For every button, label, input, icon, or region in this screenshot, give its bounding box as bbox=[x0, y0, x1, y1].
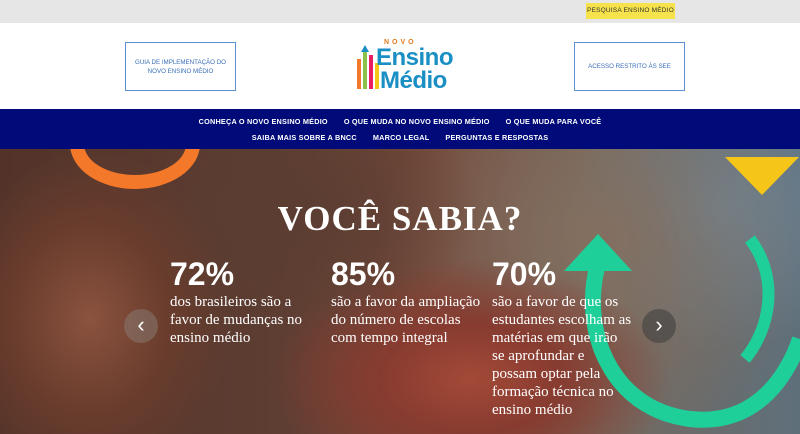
novo-ensino-medio-logo[interactable]: NOVO Ensino Médio bbox=[354, 39, 454, 99]
stat-value: 85% bbox=[331, 256, 396, 292]
stat-text: são a favor da ampliação do número de es… bbox=[331, 294, 481, 346]
nav-row-1: CONHEÇA O NOVO ENSINO MÉDIO O QUE MUDA N… bbox=[0, 117, 800, 126]
stat-block: 85% são a favor da ampliação do número d… bbox=[331, 257, 481, 347]
guia-implementacao-button[interactable]: GUIA DE IMPLEMENTAÇÃO DO NOVO ENSINO MÉD… bbox=[125, 42, 236, 91]
top-utility-bar: PESQUISA ENSINO MÉDIO bbox=[0, 0, 800, 23]
carousel-next-button[interactable]: › bbox=[642, 309, 676, 343]
hero-title: VOCÊ SABIA? bbox=[277, 199, 523, 238]
stat-text: são a favor de que os estudantes escolha… bbox=[492, 294, 632, 418]
nav-item-bncc[interactable]: SAIBA MAIS SOBRE A BNCC bbox=[252, 133, 357, 142]
stat-value: 72% bbox=[170, 256, 235, 292]
logo-medio-text: Médio bbox=[380, 67, 447, 94]
yellow-triangle-decoration bbox=[725, 157, 799, 195]
nav-item-perguntas[interactable]: PERGUNTAS E RESPOSTAS bbox=[445, 133, 548, 142]
nav-item-marco-legal[interactable]: MARCO LEGAL bbox=[373, 133, 430, 142]
acesso-restrito-button[interactable]: ACESSO RESTRITO ÀS SEE bbox=[574, 42, 685, 91]
pesquisa-ensino-medio-button[interactable]: PESQUISA ENSINO MÉDIO bbox=[586, 3, 675, 19]
site-header: GUIA DE IMPLEMENTAÇÃO DO NOVO ENSINO MÉD… bbox=[0, 23, 800, 109]
stat-block: 72% dos brasileiros são a favor de mudan… bbox=[170, 257, 320, 347]
stat-text: dos brasileiros são a favor de mudanças … bbox=[170, 294, 303, 346]
nav-row-2: SAIBA MAIS SOBRE A BNCC MARCO LEGAL PERG… bbox=[0, 133, 800, 142]
hero-carousel: VOCÊ SABIA? 72% dos brasileiros são a fa… bbox=[0, 149, 800, 434]
stat-block: 70% são a favor de que os estudantes esc… bbox=[492, 257, 632, 419]
main-navigation: CONHEÇA O NOVO ENSINO MÉDIO O QUE MUDA N… bbox=[0, 109, 800, 149]
nav-item-o-que-muda-para-voce[interactable]: O QUE MUDA PARA VOCÊ bbox=[506, 117, 602, 126]
nav-item-conheca[interactable]: CONHEÇA O NOVO ENSINO MÉDIO bbox=[199, 117, 328, 126]
carousel-prev-button[interactable]: ‹ bbox=[124, 309, 158, 343]
stat-value: 70% bbox=[492, 256, 557, 292]
nav-item-o-que-muda-ensino-medio[interactable]: O QUE MUDA NO NOVO ENSINO MÉDIO bbox=[344, 117, 490, 126]
